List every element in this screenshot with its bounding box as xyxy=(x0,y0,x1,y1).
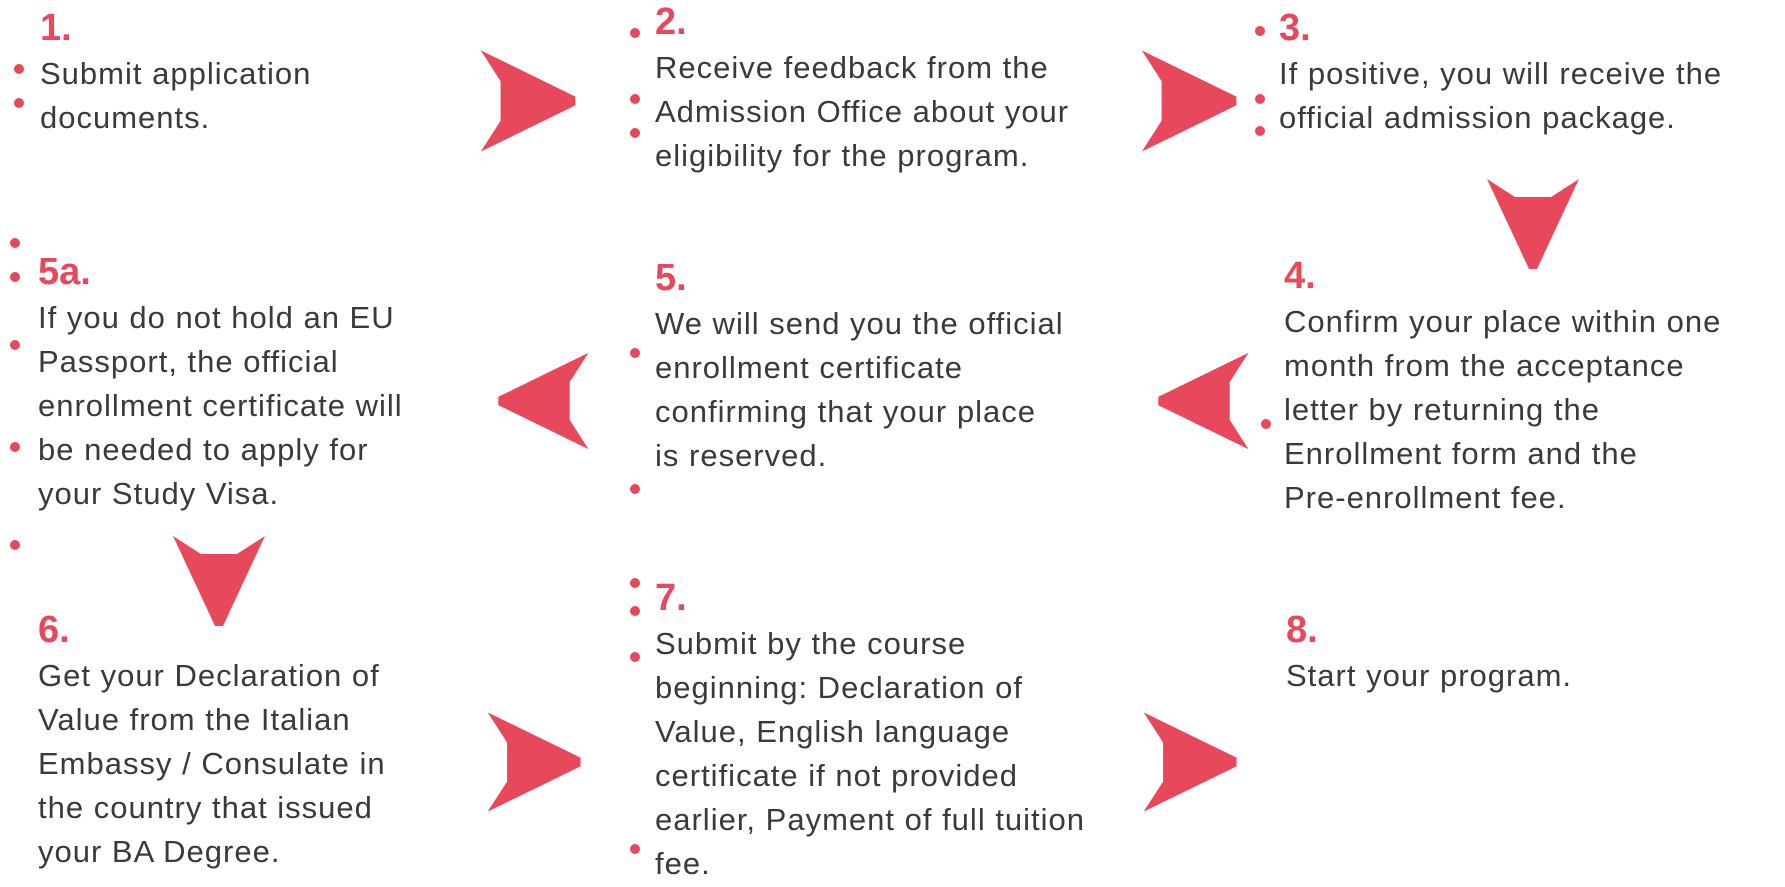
decorative-dot xyxy=(630,348,640,358)
arrow-right-icon xyxy=(479,707,587,817)
decorative-dot xyxy=(1255,94,1265,104)
arrow-right-icon xyxy=(1135,707,1243,817)
step-1: 1. Submit application documents. xyxy=(40,8,440,140)
decorative-dot xyxy=(630,606,640,616)
decorative-dot xyxy=(1255,26,1265,36)
step-description: Start your program. xyxy=(1286,658,1573,693)
decorative-dot xyxy=(10,540,20,550)
step-7: 7. Submit by the course beginning: Declar… xyxy=(655,578,1135,886)
step-description: Confirm your place within one month from … xyxy=(1284,304,1722,515)
step-description: If positive, you will receive the officia… xyxy=(1279,56,1723,135)
step-number: 1. xyxy=(40,7,72,49)
decorative-dot xyxy=(630,578,640,588)
decorative-dot xyxy=(630,844,640,854)
step-description: We will send you the official enrollment … xyxy=(655,306,1064,473)
step-description: Submit by the course beginning: Declarati… xyxy=(655,626,1086,881)
decorative-dot xyxy=(10,238,20,248)
arrow-left-icon xyxy=(1152,346,1257,456)
step-6: 6. Get your Declaration of Value from the… xyxy=(38,610,478,874)
step-number: 7. xyxy=(655,577,687,619)
step-8: 8. Start your program. xyxy=(1286,610,1766,698)
decorative-dot xyxy=(10,340,20,350)
step-4: 4. Confirm your place within one month fr… xyxy=(1284,256,1779,520)
step-description: Get your Declaration of Value from the It… xyxy=(38,658,386,869)
step-number: 5a. xyxy=(38,251,91,293)
decorative-dot xyxy=(14,98,24,108)
step-5a: 5a. If you do not hold an EU Passport, th… xyxy=(38,252,478,516)
decorative-dot xyxy=(630,484,640,494)
step-number: 5. xyxy=(655,257,687,299)
decorative-dot xyxy=(10,272,20,282)
step-description: Receive feedback from the Admission Offic… xyxy=(655,50,1070,173)
step-5: 5. We will send you the official enrollme… xyxy=(655,258,1115,478)
step-number: 2. xyxy=(655,1,687,43)
decorative-dot xyxy=(630,28,640,38)
step-number: 3. xyxy=(1279,7,1311,49)
step-3: 3. If positive, you will receive the offi… xyxy=(1279,8,1779,140)
step-2: 2. Receive feedback from the Admission Of… xyxy=(655,2,1135,178)
arrow-right-icon xyxy=(1133,46,1243,156)
step-description: If you do not hold an EU Passport, the of… xyxy=(38,300,403,511)
step-description: Submit application documents. xyxy=(40,56,312,135)
arrow-down-icon xyxy=(165,532,273,632)
step-number: 8. xyxy=(1286,609,1318,651)
decorative-dot xyxy=(10,442,20,452)
decorative-dot xyxy=(630,652,640,662)
decorative-dot xyxy=(14,64,24,74)
arrow-left-icon xyxy=(492,346,597,456)
arrow-right-icon xyxy=(472,46,582,156)
decorative-dot xyxy=(1261,419,1271,429)
decorative-dot xyxy=(630,128,640,138)
decorative-dot xyxy=(1255,126,1265,136)
decorative-dot xyxy=(630,94,640,104)
arrow-down-icon xyxy=(1478,175,1588,275)
